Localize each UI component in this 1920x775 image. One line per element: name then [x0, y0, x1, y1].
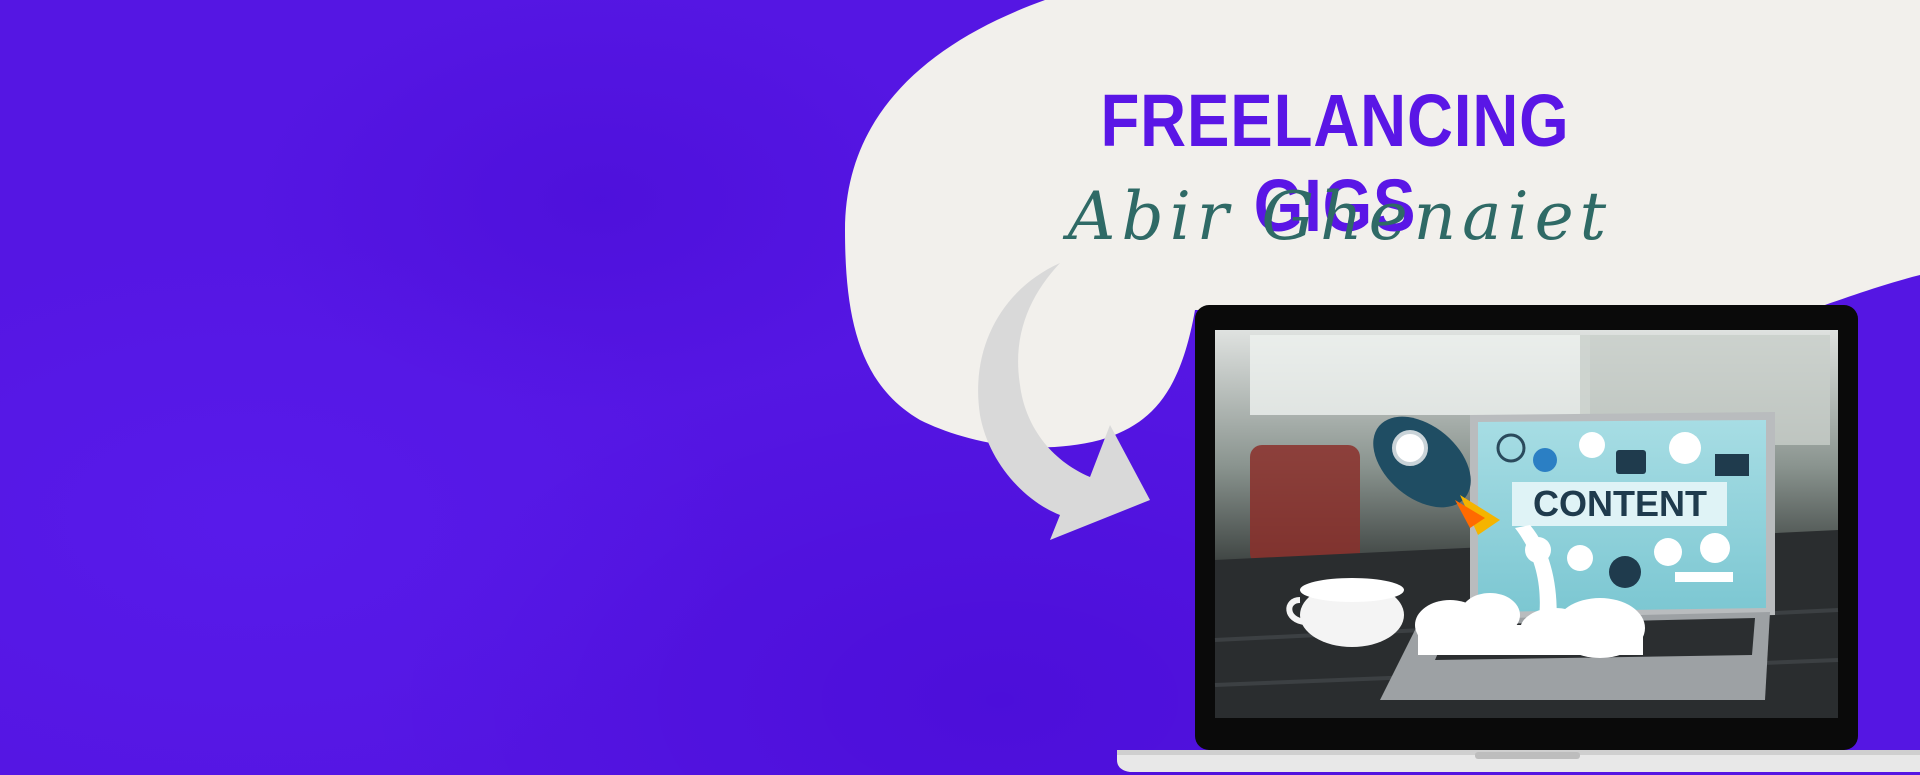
pie-chart-icon	[1533, 448, 1557, 472]
laptop-mockup: CONTENT	[1117, 305, 1920, 772]
graduation-icon	[1654, 538, 1682, 566]
mail-icon	[1616, 450, 1646, 474]
user-icon	[1567, 545, 1593, 571]
folder-icon	[1609, 556, 1641, 588]
screen-photo: CONTENT	[1214, 330, 1839, 718]
video-icon	[1715, 454, 1749, 476]
rocket-small-icon	[1669, 432, 1701, 464]
search-bar	[1675, 572, 1733, 582]
search-screen-icon	[1700, 533, 1730, 563]
content-label: CONTENT	[1533, 483, 1707, 524]
bulb-icon	[1579, 432, 1605, 458]
red-chair	[1250, 445, 1360, 565]
